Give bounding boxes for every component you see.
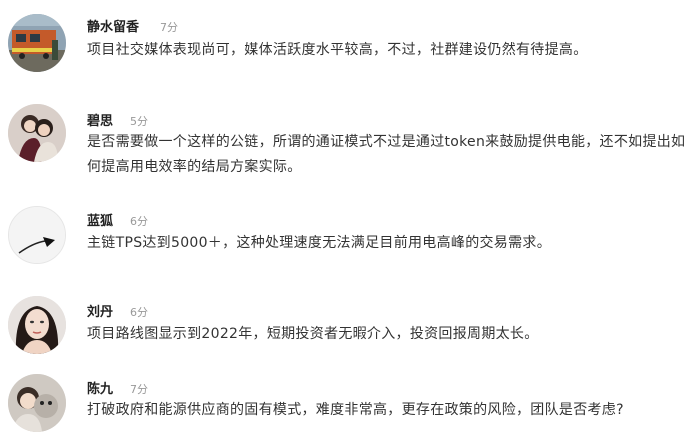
comment-username[interactable]: 静水留香 xyxy=(87,16,139,35)
comment-text: 主链TPS达到5000＋，这种处理速度无法满足目前用电高峰的交易需求。 xyxy=(87,235,552,251)
comment-text: 项目路线图显示到2022年，短期投资者无暇介入，投资回报周期太长。 xyxy=(87,326,539,342)
comment-text: 项目社交媒体表现尚可，媒体活跃度水平较高，不过，社群建设仍然有待提高。 xyxy=(87,42,588,58)
child-with-toy-avatar[interactable] xyxy=(8,374,66,432)
comment-text: 是否需要做一个这样的公链，所谓的通证模式不过是通过token来鼓励提供电能，还不… xyxy=(87,134,686,175)
comment-item: 静水留香 7分 项目社交媒体表现尚可，媒体活跃度水平较高，不过，社群建设仍然有待… xyxy=(0,0,694,90)
comment-item: 碧思 5分 是否需要做一个这样的公链，所谓的通证模式不过是通过token来鼓励提… xyxy=(0,90,694,200)
comment-username[interactable]: 陈九 xyxy=(87,378,113,397)
comment-username[interactable]: 刘丹 xyxy=(87,301,113,320)
comment-time: 6分 xyxy=(130,306,148,319)
comment-item: 蓝狐 6分 主链TPS达到5000＋，这种处理速度无法满足目前用电高峰的交易需求… xyxy=(0,200,694,290)
lamp-minimal-avatar[interactable] xyxy=(8,206,66,264)
comment-username[interactable]: 碧思 xyxy=(87,110,113,129)
comment-time: 5分 xyxy=(130,115,148,128)
comment-username[interactable]: 蓝狐 xyxy=(87,210,113,229)
train-photo-avatar[interactable] xyxy=(8,14,66,72)
comment-time: 7分 xyxy=(130,383,148,396)
comment-text: 打破政府和能源供应商的固有模式，难度非常高，更存在政策的风险，团队是否考虑? xyxy=(87,402,624,418)
comment-item: 陈九 7分 打破政府和能源供应商的固有模式，难度非常高，更存在政策的风险，团队是… xyxy=(0,370,694,444)
comment-time: 6分 xyxy=(130,215,148,228)
comment-time: 7分 xyxy=(160,21,178,34)
couple-photo-avatar[interactable] xyxy=(8,104,66,162)
comment-item: 刘丹 6分 项目路线图显示到2022年，短期投资者无暇介入，投资回报周期太长。 xyxy=(0,290,694,370)
woman-portrait-avatar[interactable] xyxy=(8,296,66,354)
